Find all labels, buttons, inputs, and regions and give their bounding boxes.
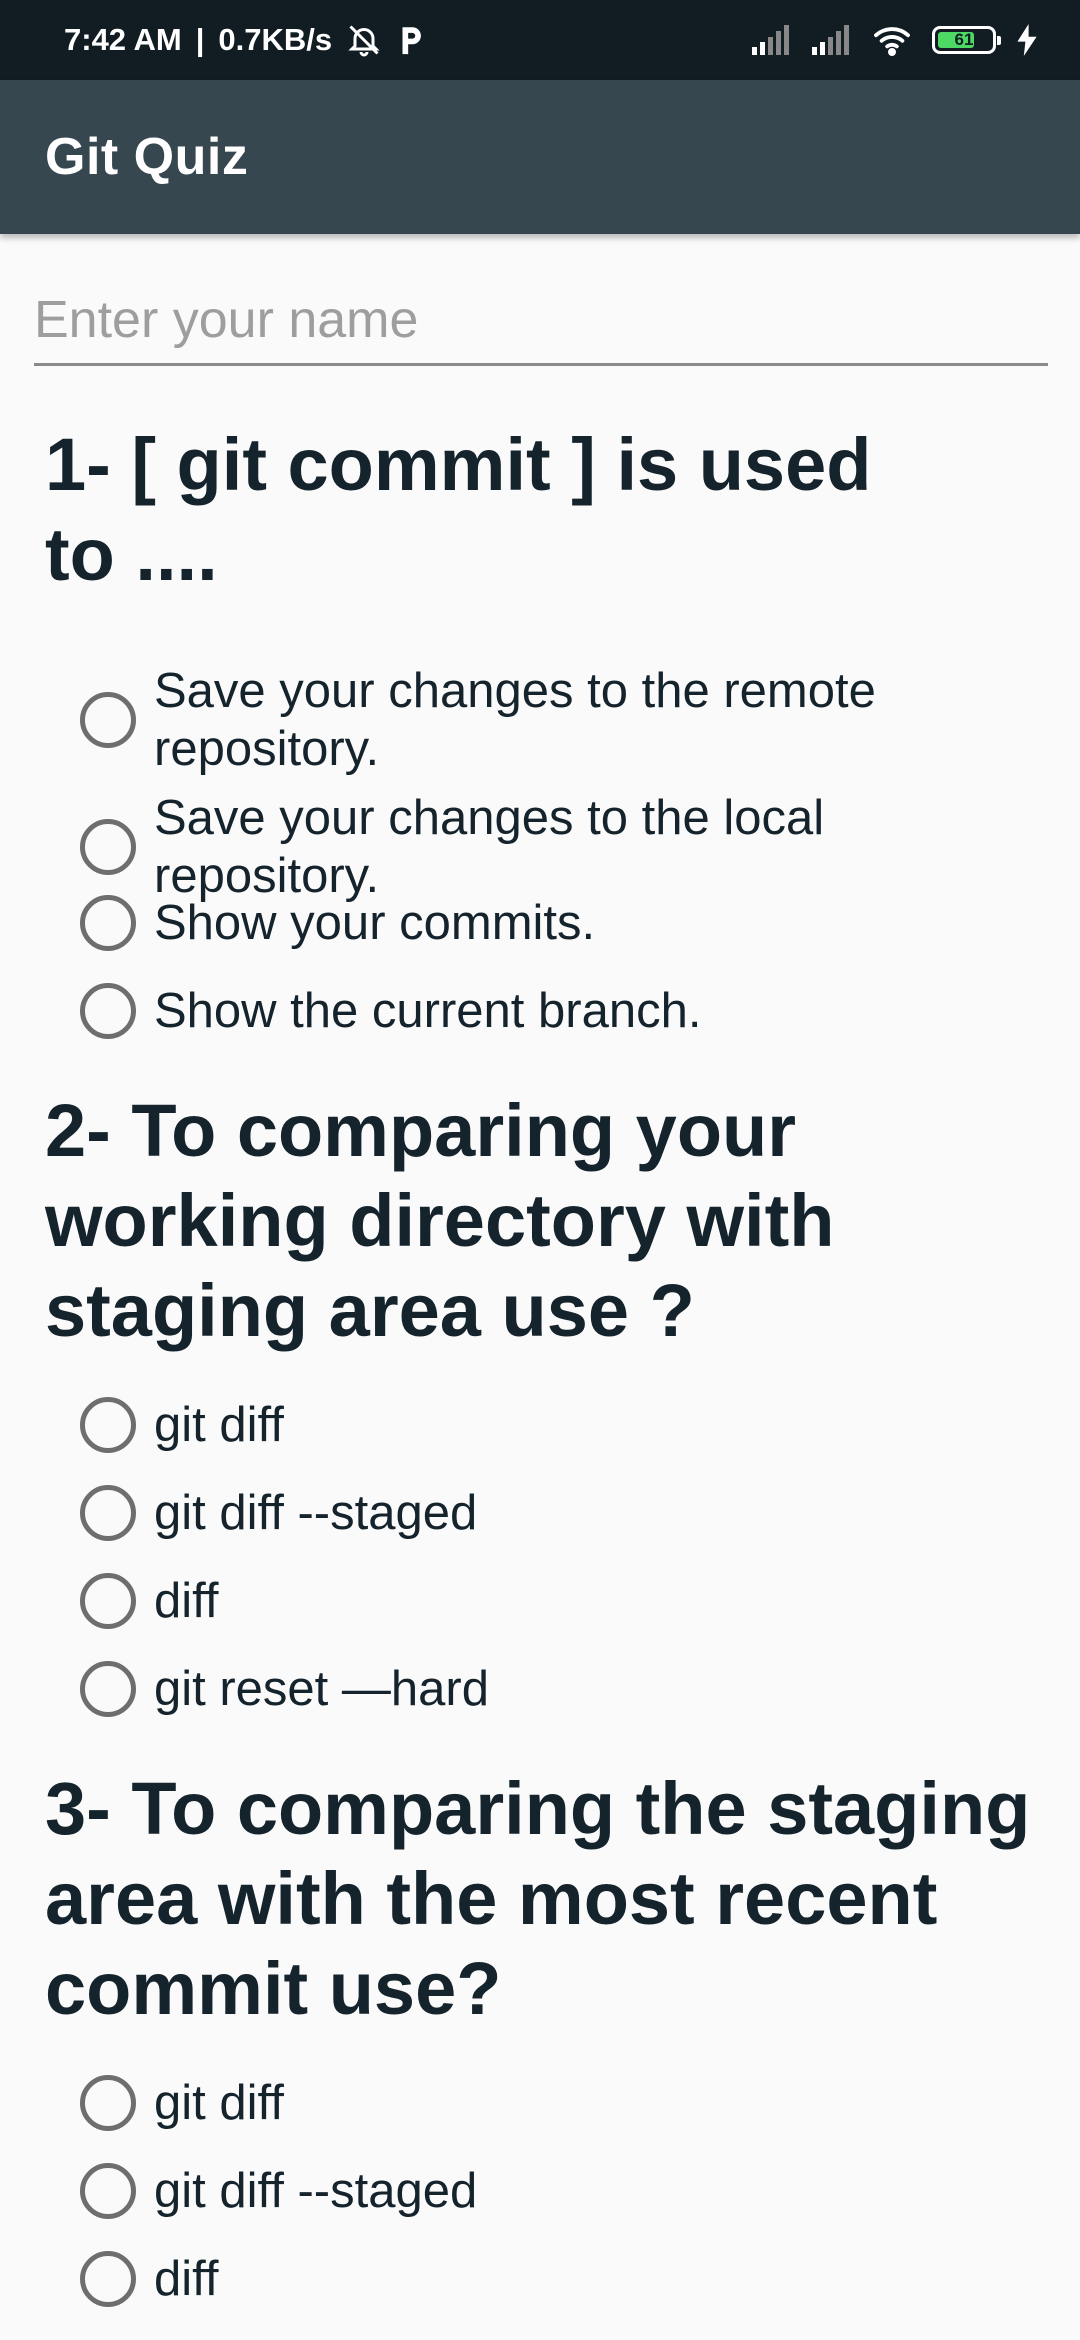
radio-button[interactable] — [80, 1573, 136, 1629]
radio-button[interactable] — [80, 819, 136, 875]
question-2-title: 2- To comparing your working directory w… — [45, 1089, 835, 1352]
battery-level: 61 — [954, 30, 974, 49]
question-3-option-3[interactable]: diff — [80, 2250, 1040, 2308]
radio-button[interactable] — [80, 1485, 136, 1541]
alarm-off-icon — [346, 22, 382, 58]
question-3-option-2[interactable]: git diff --staged — [80, 2162, 1040, 2220]
status-left: 7:42 AM | 0.7KB/s — [64, 22, 426, 58]
battery-icon: 61 — [932, 26, 1001, 54]
status-right: 61 — [752, 24, 1038, 56]
wifi-icon — [872, 24, 912, 56]
status-network-speed: 0.7KB/s — [218, 22, 333, 57]
status-bar: 7:42 AM | 0.7KB/s 61 — [0, 0, 1080, 80]
option-label: git diff --staged — [154, 1486, 478, 1540]
option-label: Save your changes to the remote reposito… — [154, 664, 876, 776]
question-1-option-2[interactable]: Save your changes to the local repositor… — [80, 789, 1040, 905]
question-2-option-4[interactable]: git reset —hard — [80, 1660, 1040, 1718]
question-2-option-1[interactable]: git diff — [80, 1396, 1040, 1454]
question-3-title: 3- To comparing the staging area with th… — [45, 1767, 1031, 2030]
question-1-option-1[interactable]: Save your changes to the remote reposito… — [80, 662, 1040, 778]
name-input[interactable] — [34, 286, 1048, 366]
question-2-option-3[interactable]: diff — [80, 1572, 1040, 1630]
status-time: 7:42 AM — [64, 22, 182, 57]
option-label: diff — [154, 2252, 219, 2306]
charging-icon — [1016, 24, 1038, 56]
radio-button[interactable] — [80, 1661, 136, 1717]
radio-button[interactable] — [80, 692, 136, 748]
app-bar: Git Quiz — [0, 80, 1080, 234]
question-1-title: 1- [ git commit ] is used to .... — [45, 423, 872, 596]
app-title: Git Quiz — [45, 128, 249, 186]
option-label: git diff — [154, 2076, 284, 2130]
option-label: Show your commits. — [154, 896, 596, 950]
question-1-option-3[interactable]: Show your commits. — [80, 894, 1040, 952]
option-label: diff — [154, 1574, 219, 1628]
parking-icon — [396, 23, 426, 57]
option-label: git reset —hard — [154, 1662, 489, 1716]
radio-button[interactable] — [80, 2251, 136, 2307]
option-label: git diff — [154, 1398, 284, 1452]
radio-button[interactable] — [80, 2075, 136, 2131]
option-label: Save your changes to the local repositor… — [154, 791, 825, 903]
radio-button[interactable] — [80, 1397, 136, 1453]
signal-icon — [812, 25, 852, 55]
option-label: Show the current branch. — [154, 984, 702, 1038]
question-3-option-1[interactable]: git diff — [80, 2074, 1040, 2132]
radio-button[interactable] — [80, 2163, 136, 2219]
question-2-option-2[interactable]: git diff --staged — [80, 1484, 1040, 1542]
signal-icon — [752, 25, 792, 55]
option-label: git diff --staged — [154, 2164, 478, 2218]
radio-button[interactable] — [80, 895, 136, 951]
radio-button[interactable] — [80, 983, 136, 1039]
status-separator: | — [195, 22, 205, 57]
question-1-option-4[interactable]: Show the current branch. — [80, 982, 1040, 1040]
